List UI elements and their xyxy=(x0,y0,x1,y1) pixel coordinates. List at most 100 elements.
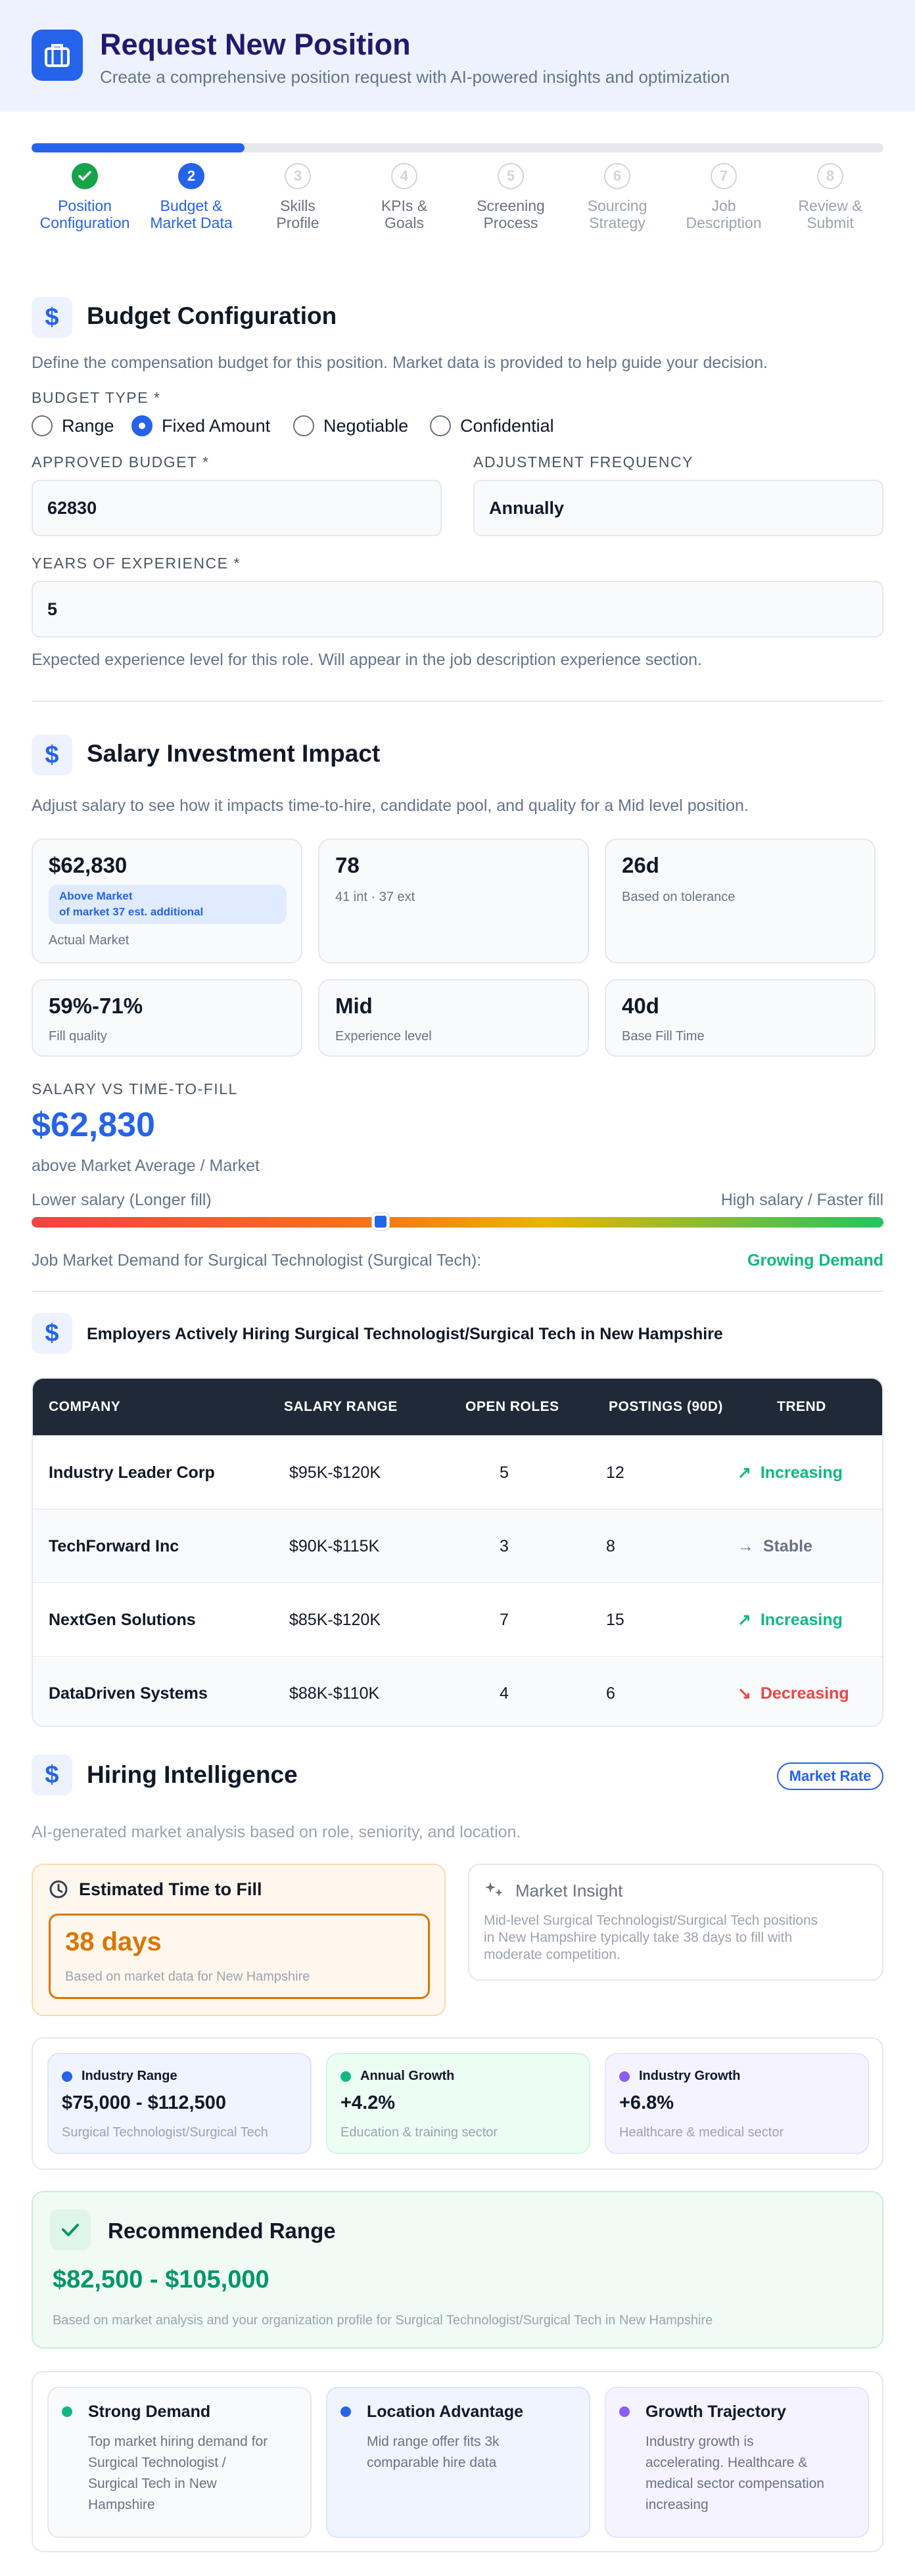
briefcase-icon xyxy=(32,30,83,81)
stat-value: $75,000 - $112,500 xyxy=(62,2092,226,2113)
recommended-range-card: Recommended Range $82,500 - $105,000 Bas… xyxy=(32,2191,883,2349)
trend-up-icon: ↗ xyxy=(738,1611,751,1629)
step-label: Screening Process xyxy=(477,197,545,231)
ttf-title: Estimated Time to Fill xyxy=(79,1879,262,1899)
trend-cell: ↗ Increasing xyxy=(738,1611,843,1629)
column-header: COMPANY xyxy=(49,1399,121,1414)
metric-value: 78 xyxy=(335,853,360,877)
postings-cell: 8 xyxy=(606,1537,615,1555)
factor-title: Strong Demand xyxy=(88,2403,211,2421)
stat-industry-growth: Industry Growth +6.8% Healthcare & medic… xyxy=(605,2053,869,2154)
step-3[interactable]: 3 Skills Profile xyxy=(245,163,351,231)
demand-value: Growing Demand xyxy=(747,1251,883,1270)
open-roles-cell: 3 xyxy=(500,1537,509,1555)
step-4[interactable]: 4 KPIs & Goals xyxy=(351,163,458,231)
step-8[interactable]: 8 Review & Submit xyxy=(777,163,883,231)
column-header: TREND xyxy=(777,1399,826,1414)
step-number: 5 xyxy=(498,163,524,189)
intel-section-title: Hiring Intelligence xyxy=(87,1761,298,1788)
market-badge: Above Market of market 37 est. additional xyxy=(49,885,287,924)
trend-down-icon: ↘ xyxy=(738,1684,751,1703)
status-dot xyxy=(62,2406,72,2417)
postings-cell: 15 xyxy=(606,1611,624,1629)
market-rate-badge[interactable]: Market Rate xyxy=(777,1762,883,1790)
ttf-note: Based on market data for New Hampshire xyxy=(65,1969,310,1984)
table-row[interactable]: TechForward Inc $90K-$115K 3 8 → Stable xyxy=(33,1509,882,1582)
status-dot xyxy=(340,2071,351,2082)
stat-label: Industry Range xyxy=(82,2069,177,2083)
company-cell: DataDriven Systems xyxy=(49,1684,208,1703)
postings-cell: 6 xyxy=(606,1684,615,1703)
table-row[interactable]: NextGen Solutions $85K-$120K 7 15 ↗ Incr… xyxy=(33,1582,882,1656)
factor-title: Location Advantage xyxy=(367,2403,523,2421)
radio-label: Range xyxy=(62,415,114,436)
salary-slider-handle[interactable] xyxy=(372,1213,390,1230)
column-header: OPEN ROLES xyxy=(465,1399,559,1414)
stat-label: Industry Growth xyxy=(639,2069,741,2083)
trend-cell: → Stable xyxy=(738,1537,812,1555)
salary-cell: $85K-$120K xyxy=(289,1611,381,1629)
factor-text: Top market hiring demand for Surgical Tec… xyxy=(88,2434,268,2512)
radio-confidential[interactable]: Confidential xyxy=(430,414,554,438)
step-label: Skills Profile xyxy=(276,197,319,231)
dollar-icon: $ xyxy=(32,1313,72,1354)
radio-fixed-amount[interactable]: Fixed Amount xyxy=(131,414,270,438)
metric-sub: Actual Market xyxy=(49,933,129,948)
factors-panel: Strong Demand Top market hiring demand f… xyxy=(32,2371,883,2552)
open-roles-cell: 7 xyxy=(500,1611,509,1629)
stat-industry-range: Industry Range $75,000 - $112,500 Surgic… xyxy=(47,2053,312,2154)
employers-title: Employers Actively Hiring Surgical Techn… xyxy=(87,1325,723,1343)
trend-cell: ↗ Increasing xyxy=(738,1463,843,1482)
radio-negotiable[interactable]: Negotiable xyxy=(293,414,408,438)
experience-help: Expected experience level for this role.… xyxy=(32,651,702,669)
stat-label: Annual Growth xyxy=(360,2069,455,2083)
salary-slider-track[interactable] xyxy=(32,1217,883,1228)
rec-value: $82,500 - $105,000 xyxy=(53,2266,270,2293)
slider-low-label: Lower salary (Longer fill) xyxy=(32,1191,212,1209)
step-number: 3 xyxy=(285,163,311,189)
approved-budget-input[interactable]: 62830 xyxy=(32,480,442,536)
impact-section-title: Salary Investment Impact xyxy=(87,740,381,767)
metric-card-base-fill: 40d Base Fill Time xyxy=(605,979,876,1057)
divider xyxy=(32,1291,883,1292)
step-2[interactable]: 2 Budget & Market Data xyxy=(138,163,245,231)
radio-circle-selected xyxy=(131,415,152,436)
metric-sub: Fill quality xyxy=(49,1029,107,1044)
metric-card-quality: 59%-71% Fill quality xyxy=(32,979,302,1057)
step-number: 2 xyxy=(178,163,204,189)
step-7[interactable]: 7 Job Description xyxy=(670,163,777,231)
metric-value: 40d xyxy=(622,994,659,1018)
stat-sub: Surgical Technologist/Surgical Tech xyxy=(62,2125,268,2140)
step-label: Review & Submit xyxy=(798,197,862,231)
insight-title: Market Insight xyxy=(515,1881,623,1900)
salary-cell: $95K-$120K xyxy=(289,1463,381,1482)
progress-track xyxy=(32,143,883,152)
radio-label: Negotiable xyxy=(323,415,409,436)
dollar-icon: $ xyxy=(32,1755,72,1795)
metric-value: 26d xyxy=(622,853,659,877)
rec-title: Recommended Range xyxy=(108,2219,336,2243)
step-label: Job Description xyxy=(686,197,762,231)
step-6[interactable]: 6 Sourcing Strategy xyxy=(564,163,670,231)
step-label: Sourcing Strategy xyxy=(587,197,647,231)
check-icon xyxy=(50,2209,91,2250)
progress-fill xyxy=(32,143,245,152)
salary-note: above Market Average / Market xyxy=(32,1157,260,1175)
metric-card-salary: $62,830 Above Market of market 37 est. ad… xyxy=(32,839,302,963)
dollar-icon: $ xyxy=(32,735,72,775)
experience-input[interactable]: 5 xyxy=(32,581,883,637)
factor-text: Industry growth is accelerating. Healthca… xyxy=(645,2434,824,2512)
step-5[interactable]: 5 Screening Process xyxy=(458,163,564,231)
radio-range[interactable]: Range xyxy=(32,414,114,438)
stat-value: +4.2% xyxy=(340,2092,396,2113)
company-cell: Industry Leader Corp xyxy=(49,1463,215,1482)
table-row[interactable]: DataDriven Systems $88K-$110K 4 6 ↘ Decr… xyxy=(33,1656,882,1726)
metric-sub: Based on tolerance xyxy=(622,890,736,904)
stat-sub: Healthcare & medical sector xyxy=(619,2125,784,2140)
adjustment-frequency-select[interactable]: Annually xyxy=(473,480,883,536)
factor-text: Mid range offer fits 3k comparable hire d… xyxy=(367,2434,500,2470)
adjustment-frequency-label: ADJUSTMENT FREQUENCY xyxy=(473,453,693,471)
radio-circle xyxy=(32,415,53,436)
step-1[interactable]: Position Configuration xyxy=(32,163,138,231)
table-row[interactable]: Industry Leader Corp $95K-$120K 5 12 ↗ I… xyxy=(33,1435,882,1509)
